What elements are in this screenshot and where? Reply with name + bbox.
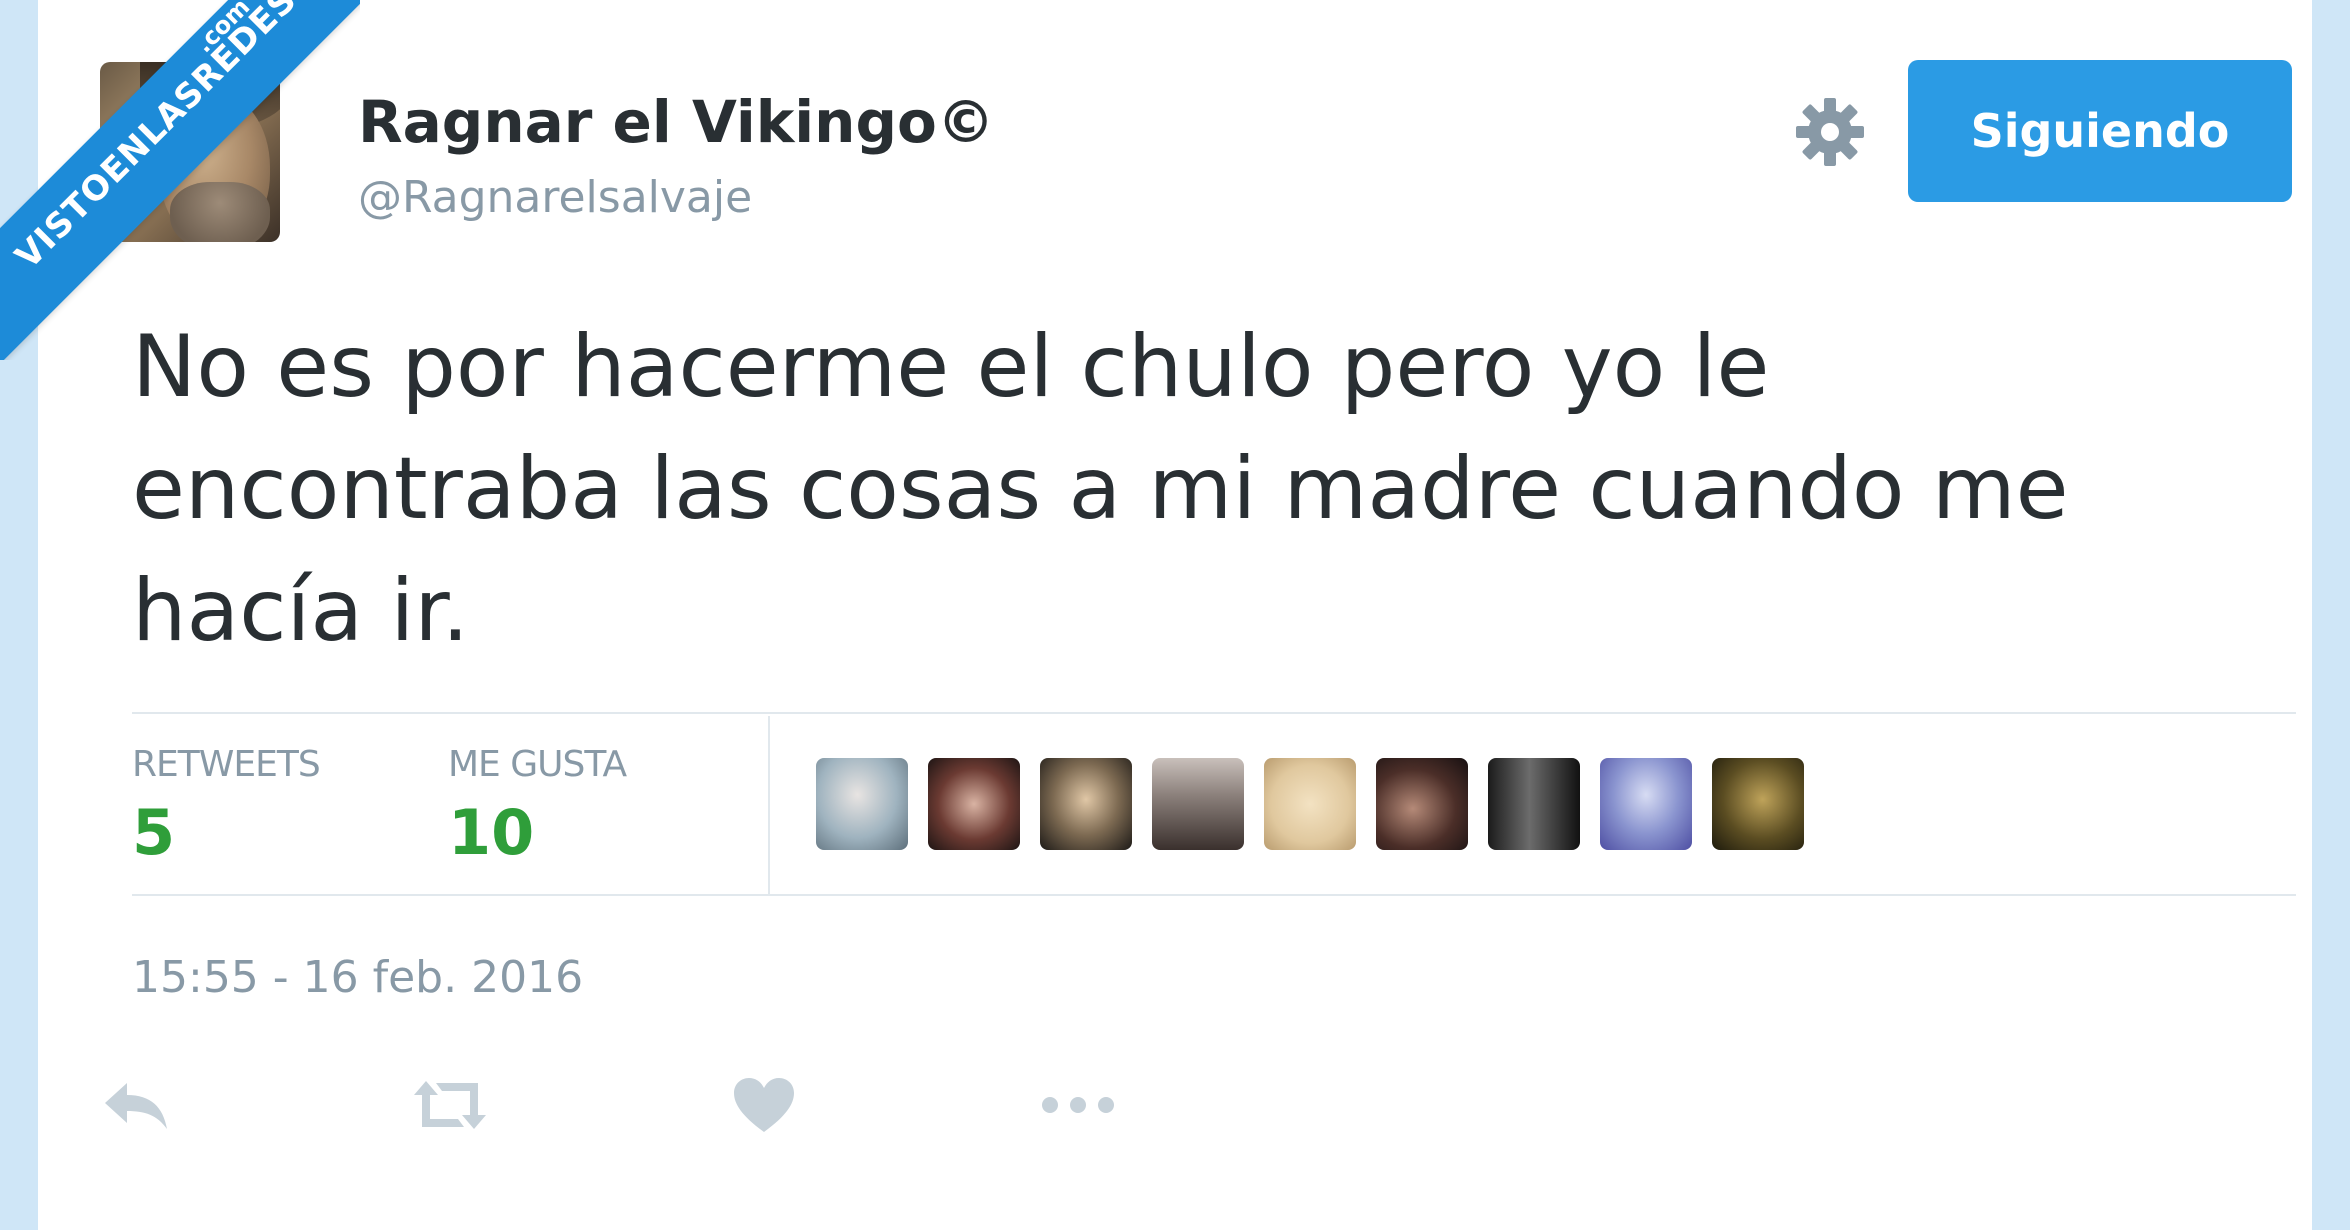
liker-avatar[interactable] xyxy=(816,758,908,850)
tweet-line: No es por hacerme el chulo pero yo le xyxy=(132,317,1770,417)
watermark-main: VISTOENLASREDES xyxy=(7,0,305,277)
likes-label[interactable]: ME GUSTA xyxy=(448,744,627,785)
tweet-card: Ragnar el Vikingo© @Ragnarelsalvaje Sigu… xyxy=(38,0,2312,1230)
liker-avatar[interactable] xyxy=(1600,758,1692,850)
divider xyxy=(132,712,2296,714)
liker-avatar[interactable] xyxy=(1040,758,1132,850)
tweet-line: encontraba las cosas a mi madre cuando m… xyxy=(132,439,2069,539)
liker-avatar[interactable] xyxy=(1712,758,1804,850)
tweet-line: hacía ir. xyxy=(132,561,470,661)
retweets-label[interactable]: RETWEETS xyxy=(132,744,321,785)
liker-avatar[interactable] xyxy=(1264,758,1356,850)
author-handle[interactable]: @Ragnarelsalvaje xyxy=(358,172,752,223)
watermark: .com VISTOENLASREDES xyxy=(0,0,360,360)
stats-divider xyxy=(768,716,770,894)
following-button[interactable]: Siguiendo xyxy=(1908,60,2292,202)
liker-avatar[interactable] xyxy=(1376,758,1468,850)
likes-count[interactable]: 10 xyxy=(448,796,534,869)
tweet-timestamp[interactable]: 15:55 - 16 feb. 2016 xyxy=(132,952,583,1003)
gear-icon[interactable] xyxy=(1790,92,1870,172)
retweets-count[interactable]: 5 xyxy=(132,796,175,869)
heart-icon[interactable] xyxy=(724,1070,804,1140)
reply-icon[interactable] xyxy=(96,1070,176,1140)
divider xyxy=(132,894,2296,896)
likers-avatars xyxy=(816,758,1804,850)
liker-avatar[interactable] xyxy=(1152,758,1244,850)
watermark-ribbon: .com VISTOENLASREDES xyxy=(0,0,360,360)
retweet-icon[interactable] xyxy=(410,1070,490,1140)
liker-avatar[interactable] xyxy=(1488,758,1580,850)
tweet-text: No es por hacerme el chulo pero yo le en… xyxy=(132,306,2282,672)
liker-avatar[interactable] xyxy=(928,758,1020,850)
more-icon[interactable] xyxy=(1038,1070,1118,1140)
author-name[interactable]: Ragnar el Vikingo© xyxy=(358,88,995,156)
